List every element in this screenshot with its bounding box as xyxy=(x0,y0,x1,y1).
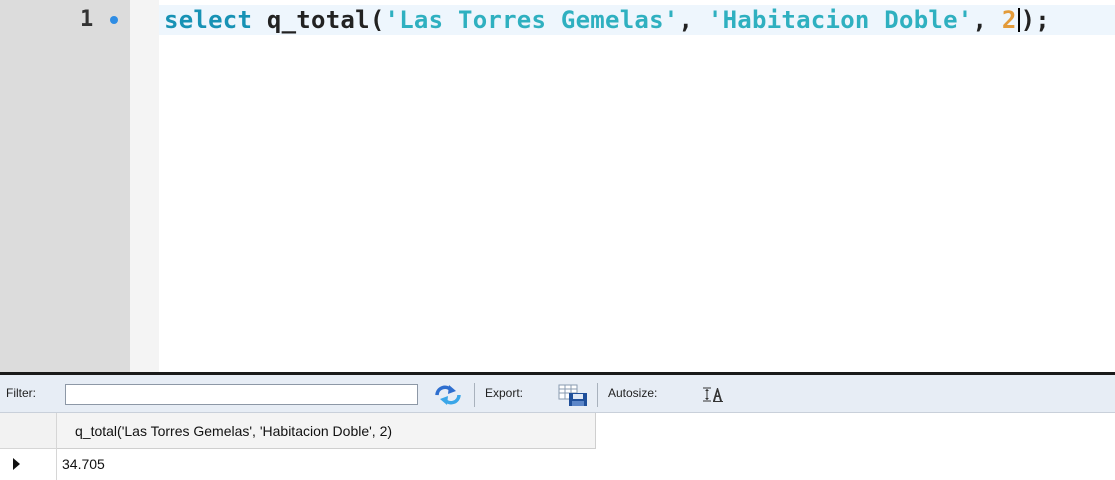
keyword-select: select xyxy=(164,6,253,34)
fold-margin xyxy=(130,0,159,372)
filter-label: Filter: xyxy=(6,386,36,400)
grid-corner[interactable] xyxy=(0,413,57,449)
number-arg: 2 xyxy=(1001,6,1017,34)
current-row-arrow-icon xyxy=(13,458,20,470)
line-number: 1 xyxy=(80,7,94,32)
close-paren-semicolon: ); xyxy=(1020,6,1051,34)
text-caret xyxy=(1017,8,1020,32)
filter-input[interactable] xyxy=(65,384,418,405)
toolbar-separator xyxy=(474,383,475,407)
string-arg-hotel: 'Las Torres Gemelas' xyxy=(384,6,679,34)
line-number-gutter xyxy=(0,0,130,372)
statement-marker-icon xyxy=(110,16,118,24)
comma: , xyxy=(678,6,708,34)
row-header[interactable] xyxy=(0,449,57,480)
column-header[interactable]: q_total('Las Torres Gemelas', 'Habitacio… xyxy=(57,413,596,449)
result-cell[interactable]: 34.705 xyxy=(62,449,105,480)
string-arg-room: 'Habitacion Doble' xyxy=(707,6,973,34)
toolbar-separator xyxy=(597,383,598,407)
open-paren: ( xyxy=(369,6,385,34)
refresh-icon[interactable] xyxy=(431,383,465,407)
autosize-icon[interactable] xyxy=(702,386,724,402)
export-label: Export: xyxy=(485,386,524,400)
function-name: q_total xyxy=(266,6,370,34)
autosize-label: Autosize: xyxy=(608,386,658,400)
results-panel: Filter: Export: Autosize: q_total('Las T… xyxy=(0,372,1115,480)
code-line[interactable]: select q_total('Las Torres Gemelas', 'Ha… xyxy=(164,5,1050,35)
sql-editor[interactable]: 1 select q_total('Las Torres Gemelas', '… xyxy=(0,0,1115,372)
results-toolbar: Filter: Export: Autosize: xyxy=(0,375,1115,413)
export-icon[interactable] xyxy=(557,383,589,407)
comma: , xyxy=(972,6,1002,34)
